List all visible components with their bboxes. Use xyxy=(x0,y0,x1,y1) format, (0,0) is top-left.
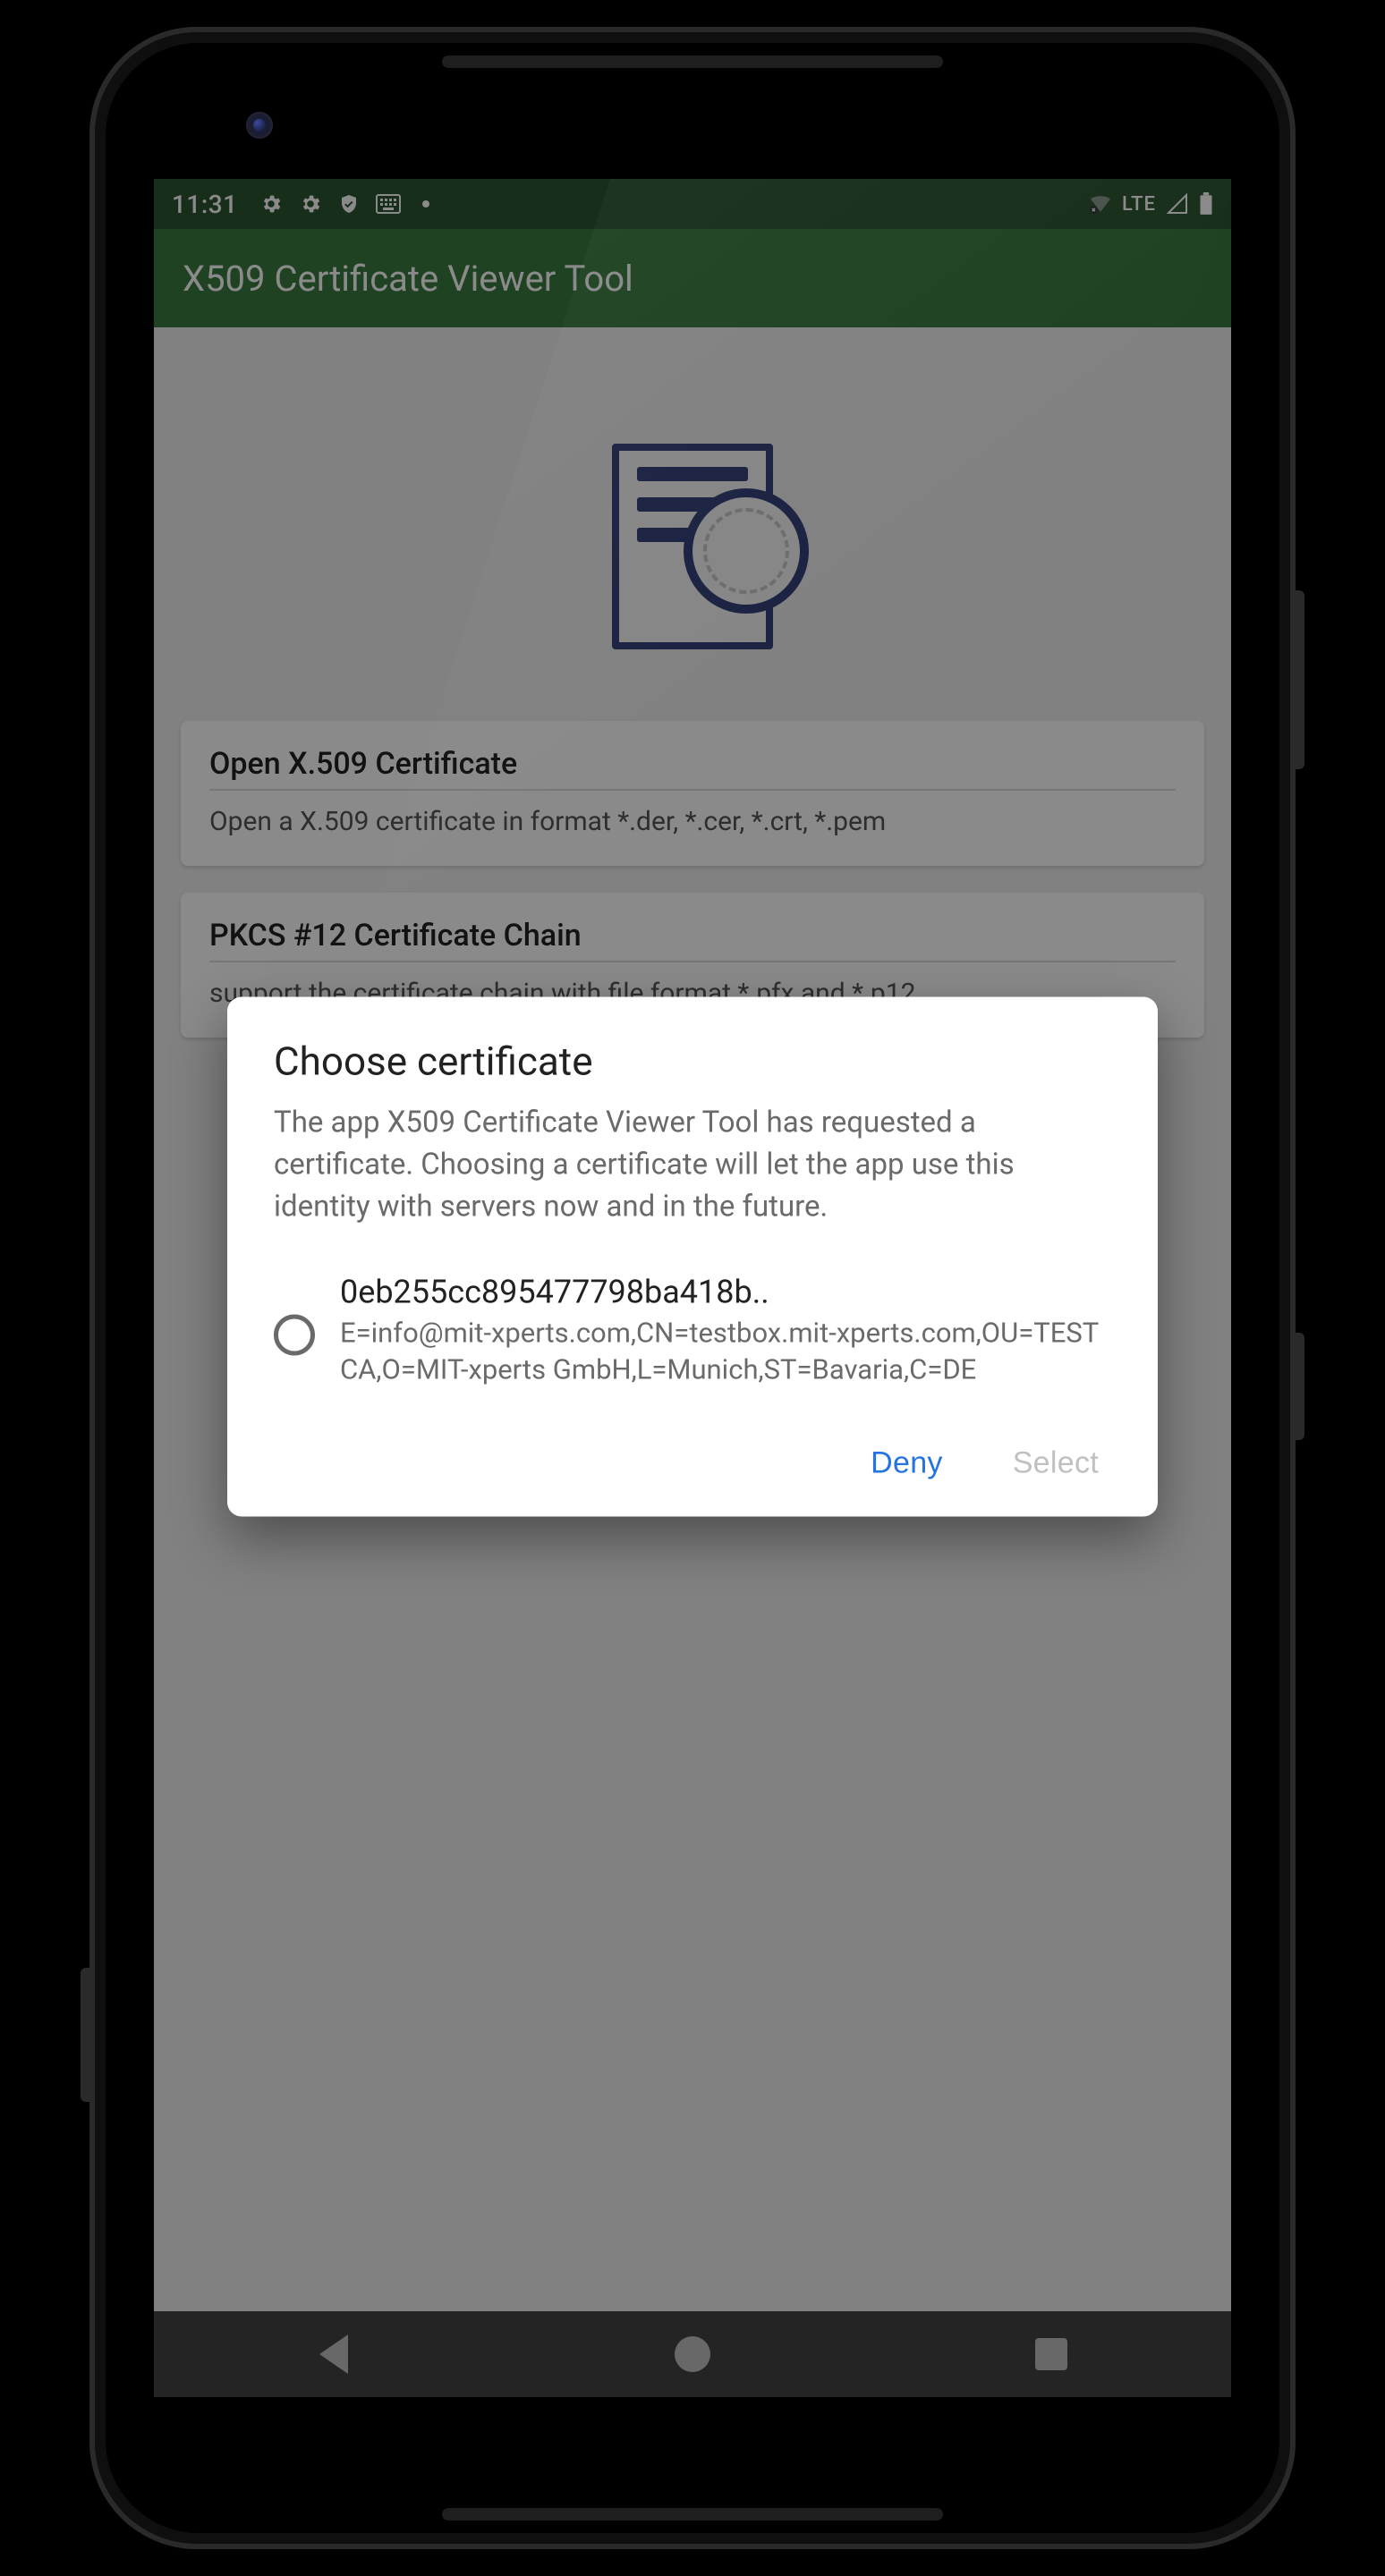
front-camera xyxy=(246,112,273,139)
phone-speaker-bottom xyxy=(442,2508,943,2521)
certificate-hash: 0eb255cc895477798ba418b.. xyxy=(340,1273,1111,1310)
radio-unselected-icon[interactable] xyxy=(274,1314,315,1355)
dialog-actions: Deny Select xyxy=(274,1434,1111,1494)
dialog-body: The app X509 Certificate Viewer Tool has… xyxy=(274,1102,1111,1228)
dialog-title: Choose certificate xyxy=(274,1038,1111,1084)
phone-frame: 11:31 LTE xyxy=(89,27,1296,2549)
choose-certificate-dialog: Choose certificate The app X509 Certific… xyxy=(227,996,1158,1516)
phone-speaker-top xyxy=(442,55,943,68)
certificate-dn: E=info@mit-xperts.com,CN=testbox.mit-xpe… xyxy=(340,1314,1111,1389)
side-button-left[interactable] xyxy=(81,1968,89,2102)
certificate-option[interactable]: 0eb255cc895477798ba418b.. E=info@mit-xpe… xyxy=(274,1264,1111,1402)
volume-button[interactable] xyxy=(1296,1333,1304,1440)
screen: 11:31 LTE xyxy=(154,179,1231,2397)
deny-button[interactable]: Deny xyxy=(863,1434,950,1494)
power-button[interactable] xyxy=(1296,590,1304,769)
select-button[interactable]: Select xyxy=(1006,1434,1106,1494)
